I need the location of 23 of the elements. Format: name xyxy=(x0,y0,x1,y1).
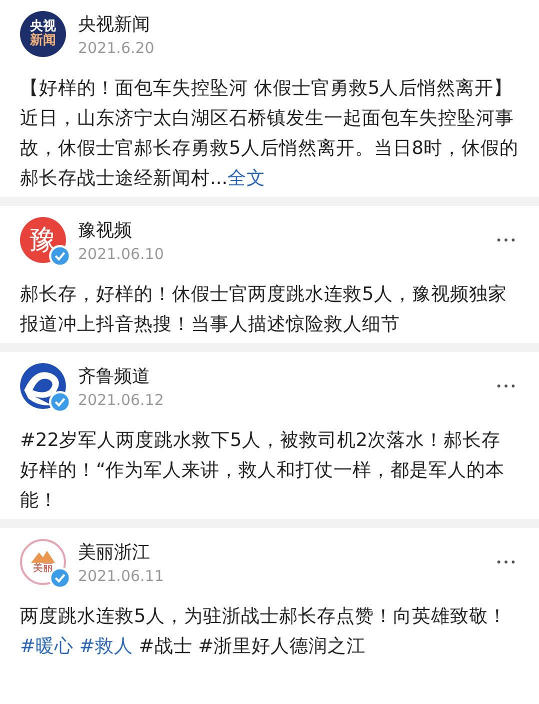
post-date: 2021.06.10 xyxy=(78,244,164,262)
logo-text: 豫 xyxy=(29,222,57,258)
post-text: #22岁军人两度跳水救下5人，被救司机2次落水！郝长存好样的！“作为军人来讲，救人和打仗一样，都是军人的本能！ xyxy=(20,429,506,513)
more-icon[interactable] xyxy=(497,238,515,242)
link[interactable]: #暖心 #救人 xyxy=(20,636,133,657)
post-date: 2021.6.20 xyxy=(78,38,154,56)
post-text: 郝长存，好样的！休假士官两度跳水连救5人，豫视频独家报道冲上抖音热搜！当事人描述惊险救人细节 xyxy=(20,283,508,337)
logo-text: 新闻 xyxy=(30,34,56,48)
account-name[interactable]: 豫视频 xyxy=(78,218,132,242)
link[interactable]: 全文 xyxy=(228,168,266,189)
logo-text: 美丽 xyxy=(33,563,53,574)
account-name[interactable]: 美丽浙江 xyxy=(78,540,150,564)
post-date: 2021.06.11 xyxy=(78,566,164,584)
logo-text: 央视 xyxy=(30,20,56,34)
post-text: 两度跳水连救5人，为驻浙战士郝长存点赞！向英雄致敬！ #暖心 #救人 #战士 #浙里好人德润之江 xyxy=(20,605,508,659)
mountain-icon xyxy=(31,550,55,563)
post-date: 2021.06.12 xyxy=(78,390,164,408)
post-text: 【好样的！面包车失控坠河 休假士官勇救5人后悄然离开】近日，山东济宁太白湖区石桥镇发生一起面包车失控坠河事故，休假士官郝长存勇救5人后悄然离开。当日8时，休假的郝长存战士途经新闻村...全文 xyxy=(20,77,519,191)
more-icon[interactable] xyxy=(497,384,515,388)
account-name[interactable]: 央视新闻 xyxy=(78,12,150,36)
more-icon[interactable] xyxy=(497,560,515,564)
account-name[interactable]: 齐鲁频道 xyxy=(78,364,150,388)
avatar-logo[interactable]: 央视 新闻 xyxy=(20,11,66,57)
